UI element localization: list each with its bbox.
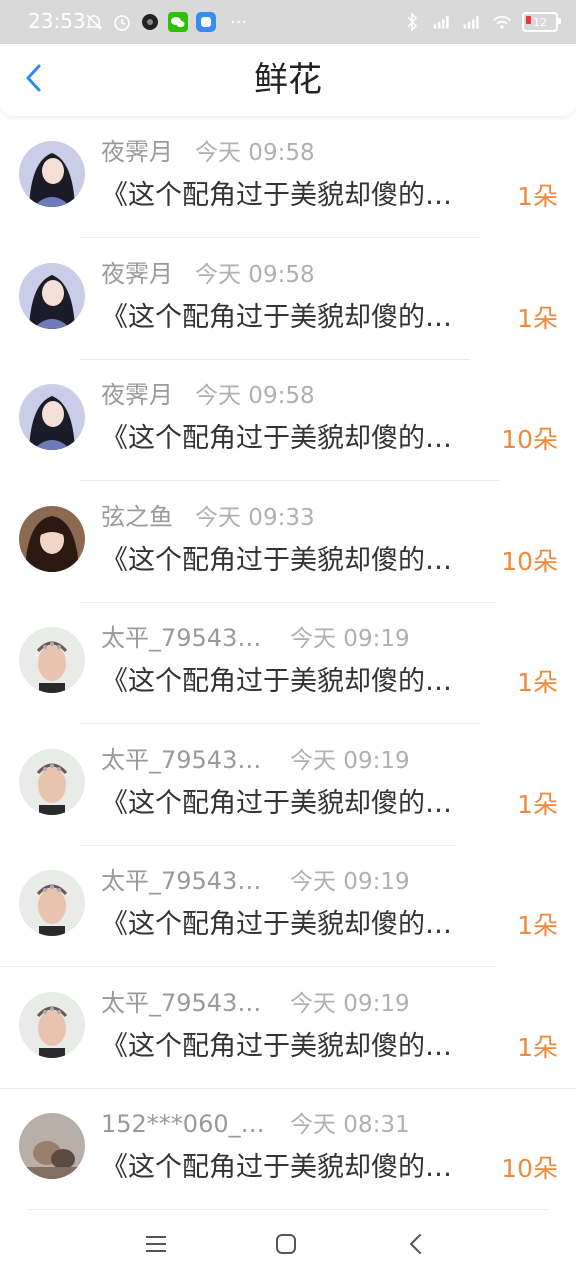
flower-count: 1朵 [517, 1032, 558, 1062]
sent-time: 今天 09:58 [195, 261, 315, 288]
message-text: 《这个配角过于美貌却傻的… [101, 909, 452, 940]
sent-time: 今天 09:19 [290, 747, 410, 774]
home-button[interactable] [268, 1228, 304, 1264]
more-notifications: ··· [230, 11, 248, 33]
divider [0, 966, 496, 967]
avatar[interactable] [19, 262, 85, 329]
avatar[interactable] [19, 627, 85, 693]
sent-time: 今天 09:33 [195, 504, 315, 531]
status-time: 23:53 [28, 9, 86, 33]
sender-name: 152***060_… [101, 1110, 265, 1138]
list-item[interactable]: 夜霁月 今天 09:58 《这个配角过于美貌却傻的… 10朵 [0, 361, 576, 483]
message-text: 《这个配角过于美貌却傻的… [101, 787, 452, 819]
mute-bell-icon [84, 12, 104, 32]
flower-count: 1朵 [517, 911, 558, 940]
avatar[interactable] [19, 384, 85, 450]
sender-name: 弦之鱼 [101, 502, 173, 531]
list-item[interactable]: 太平_79543… 今天 09:19 《这个配角过于美貌却傻的… 1朵 [0, 604, 576, 726]
divider [80, 723, 480, 724]
wechat-icon [168, 12, 188, 32]
avatar[interactable] [19, 141, 85, 207]
list-item[interactable]: 太平_79543… 今天 09:19 《这个配角过于美貌却傻的… 1朵 [0, 969, 576, 1091]
message-text: 《这个配角过于美貌却傻的… [101, 1152, 452, 1183]
sender-name: 太平_79543… [101, 988, 262, 1017]
list-item[interactable]: 太平_79543… 今天 09:19 《这个配角过于美貌却傻的… 1朵 [0, 726, 576, 848]
message-text: 《这个配角过于美貌却傻的… [101, 544, 452, 576]
status-bar: 23:53 ··· 12 [0, 0, 576, 44]
message-text: 《这个配角过于美貌却傻的… [101, 301, 452, 333]
message-text: 《这个配角过于美貌却傻的… [101, 666, 452, 697]
sent-time: 今天 09:19 [290, 869, 410, 895]
divider [80, 358, 470, 360]
wifi-icon [492, 12, 512, 32]
flower-count: 10朵 [501, 425, 558, 454]
flower-count: 1朵 [517, 303, 558, 333]
list-item[interactable]: 夜霁月 今天 09:58 《这个配角过于美貌却傻的… 1朵 [0, 240, 576, 362]
avatar[interactable] [19, 870, 85, 936]
sent-time: 今天 09:19 [290, 990, 410, 1017]
sender-name: 太平_79543… [101, 867, 262, 895]
page-title: 鲜花 [254, 60, 322, 100]
bluetooth-icon [402, 12, 422, 32]
sender-name: 夜霁月 [101, 381, 173, 409]
sent-time: 今天 09:58 [195, 140, 315, 166]
message-text: 《这个配角过于美貌却傻的… [101, 180, 452, 211]
sent-time: 今天 09:19 [290, 626, 410, 652]
list-item[interactable]: 夜霁月 今天 09:58 《这个配角过于美貌却傻的… 1朵 [0, 118, 576, 240]
message-text: 《这个配角过于美貌却傻的… [101, 1030, 452, 1062]
flower-count: 10朵 [501, 546, 558, 576]
menu-icon [145, 1234, 167, 1258]
divider [80, 844, 455, 846]
back-icon [408, 1233, 424, 1259]
divider [80, 237, 480, 238]
battery-icon: 12 [522, 12, 561, 32]
home-icon [275, 1233, 297, 1259]
system-nav-bar [0, 1210, 576, 1280]
sender-name: 太平_79543… [101, 624, 262, 652]
flower-count: 1朵 [517, 182, 558, 211]
list-item[interactable]: 太平_79543… 今天 09:19 《这个配角过于美貌却傻的… 1朵 [0, 847, 576, 969]
avatar[interactable] [19, 1113, 85, 1179]
divider [80, 601, 495, 603]
sent-time: 今天 09:58 [195, 383, 315, 409]
menu-button[interactable] [138, 1228, 174, 1264]
divider [0, 1087, 576, 1089]
avatar[interactable] [19, 505, 85, 572]
header: 鲜花 [0, 44, 576, 116]
divider [80, 480, 500, 481]
sender-name: 太平_79543… [101, 745, 262, 774]
sender-name: 夜霁月 [101, 259, 173, 288]
avatar[interactable] [19, 748, 85, 815]
message-text: 《这个配角过于美貌却傻的… [101, 423, 452, 454]
flower-list: 夜霁月 今天 09:58 《这个配角过于美貌却傻的… 1朵 夜霁月 今天 09:… [0, 118, 576, 1212]
signal-hd-2-icon [462, 12, 482, 32]
flower-count: 1朵 [517, 668, 558, 697]
app-icon [196, 12, 216, 32]
battery-level: 12 [533, 15, 547, 29]
list-item[interactable]: 弦之鱼 今天 09:33 《这个配角过于美貌却傻的… 10朵 [0, 483, 576, 605]
signal-hd-1-icon [432, 12, 452, 32]
record-icon [140, 12, 160, 32]
sender-name: 夜霁月 [101, 138, 173, 166]
list-item[interactable]: 152***060_… 今天 08:31 《这个配角过于美貌却傻的… 10朵 [0, 1090, 576, 1212]
sent-time: 今天 08:31 [290, 1112, 410, 1138]
avatar[interactable] [19, 991, 85, 1058]
flower-count: 10朵 [501, 1154, 558, 1183]
nav-back-button[interactable] [398, 1228, 434, 1264]
flower-count: 1朵 [517, 789, 558, 819]
alarm-icon [112, 12, 132, 32]
